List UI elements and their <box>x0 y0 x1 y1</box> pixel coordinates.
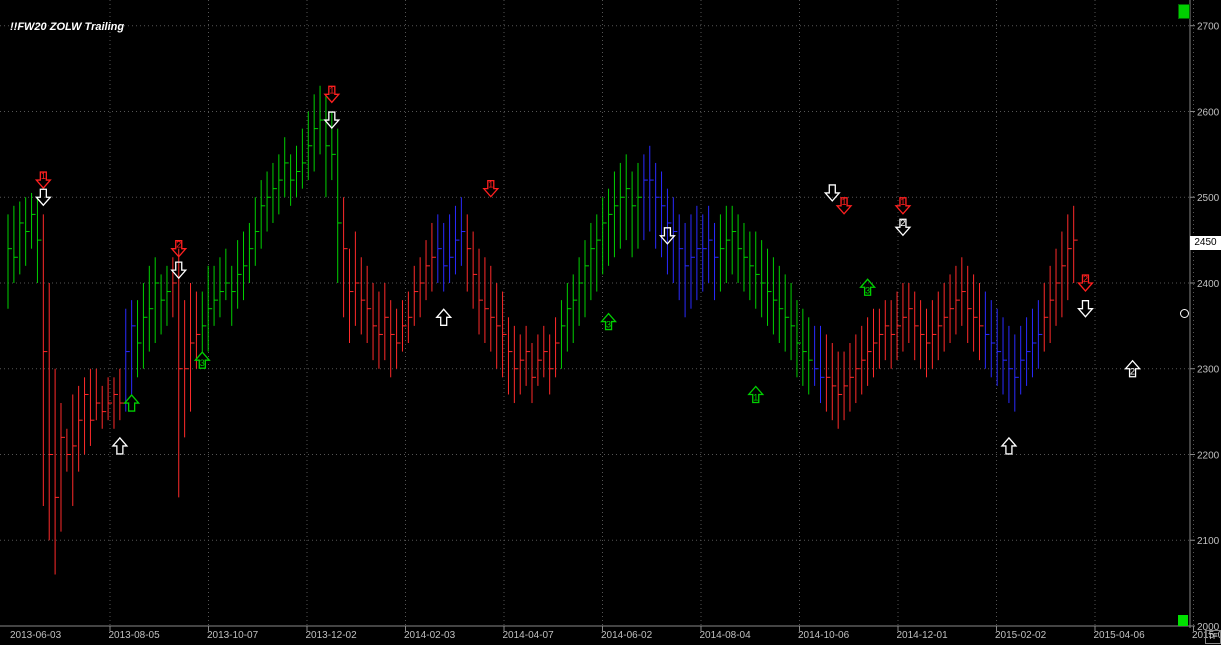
x-tick-label: 2014-02-03 <box>404 630 456 641</box>
scroll-up-handle[interactable] <box>1178 4 1190 19</box>
signal-label: 1 <box>900 197 905 207</box>
x-tick-label: 2014-06-02 <box>601 630 653 641</box>
y-axis-labels: 20002100220023002400250026002700 <box>1190 22 1220 633</box>
price-chart[interactable]: 1231131131222 20002100220023002400250026… <box>0 0 1221 645</box>
signal-label: 1 <box>842 197 847 207</box>
last-price-tag: 2450 <box>1190 236 1221 250</box>
signal-label: 1 <box>41 171 46 181</box>
x-tick-label: 2014-10-06 <box>798 630 850 641</box>
signal-label: 2 <box>176 240 181 250</box>
chart-marker-icon[interactable] <box>1180 309 1189 318</box>
y-tick-label: 2400 <box>1197 279 1220 290</box>
x-tick-label: 2015-02-02 <box>995 630 1047 641</box>
x-tick-label: 2013-06-03 <box>10 630 62 641</box>
signal-label: 3 <box>606 320 611 330</box>
signal-label: 3 <box>865 285 870 295</box>
scroll-down-handle[interactable] <box>1178 615 1188 626</box>
y-tick-label: 2200 <box>1197 450 1220 461</box>
x-tick-label: 2013-10-07 <box>207 630 259 641</box>
x-tick-label: 2015-04-06 <box>1094 630 1146 641</box>
signal-label: 2 <box>1130 367 1135 377</box>
signal-label: 1 <box>753 392 758 402</box>
timeframe-button[interactable]: TF <box>1205 630 1221 644</box>
x-tick-label: 2013-08-05 <box>109 630 161 641</box>
signal-label: 3 <box>200 358 205 368</box>
x-tick-label: 2013-12-02 <box>306 630 358 641</box>
signal-label: 1 <box>488 180 493 190</box>
y-tick-label: 2600 <box>1197 107 1220 118</box>
x-axis-labels: 2013-06-03 2013-08-05 2013-10-07 2013-12-02… <box>10 626 1221 641</box>
y-tick-label: 2300 <box>1197 365 1220 376</box>
x-tick-label: 2014-08-04 <box>700 630 752 641</box>
x-tick-label: 2014-12-01 <box>897 630 949 641</box>
signal-label: 1 <box>329 85 334 95</box>
chart-title: !!FW20 ZOLW Trailing <box>10 21 125 33</box>
y-tick-label: 2700 <box>1197 22 1220 33</box>
y-tick-label: 2500 <box>1197 193 1220 204</box>
x-tick-label: 2014-04-07 <box>503 630 555 641</box>
y-tick-label: 2100 <box>1197 536 1220 547</box>
signal-label: 2 <box>900 218 905 228</box>
signal-label: 2 <box>1083 274 1088 284</box>
